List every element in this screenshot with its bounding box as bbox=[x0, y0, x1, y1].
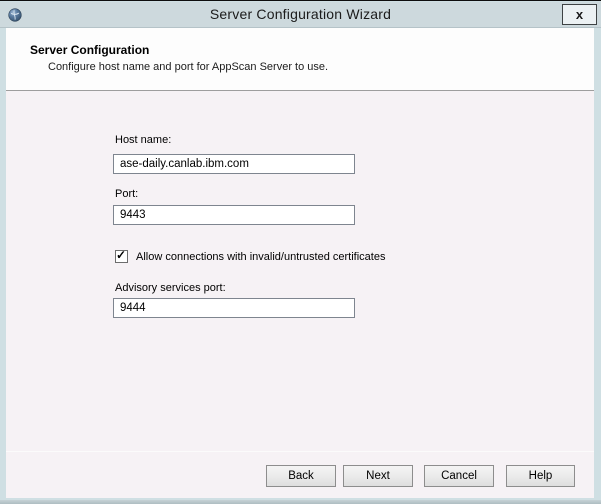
port-input[interactable] bbox=[113, 205, 355, 225]
checkmark-icon: ✓ bbox=[116, 248, 126, 262]
host-name-label: Host name: bbox=[115, 134, 171, 146]
server-configuration-wizard-window: Server Configuration Wizard x Server Con… bbox=[0, 0, 601, 504]
button-bar-separator bbox=[6, 451, 594, 452]
advisory-services-port-label: Advisory services port: bbox=[115, 282, 226, 294]
window-title: Server Configuration Wizard bbox=[0, 6, 601, 22]
close-button[interactable]: x bbox=[562, 4, 597, 25]
wizard-page: Server Configuration Configure host name… bbox=[6, 28, 594, 498]
page-subtitle: Configure host name and port for AppScan… bbox=[48, 61, 328, 73]
page-title: Server Configuration bbox=[30, 43, 149, 57]
host-name-input[interactable] bbox=[113, 154, 355, 174]
titlebar[interactable]: Server Configuration Wizard x bbox=[0, 2, 601, 28]
port-label: Port: bbox=[115, 188, 138, 200]
allow-invalid-certificates-label[interactable]: Allow connections with invalid/untrusted… bbox=[136, 251, 385, 263]
advisory-services-port-input[interactable] bbox=[113, 298, 355, 318]
page-header: Server Configuration Configure host name… bbox=[6, 28, 594, 91]
back-button[interactable]: Back bbox=[266, 465, 336, 487]
cancel-button[interactable]: Cancel bbox=[424, 465, 494, 487]
window-bottom-edge bbox=[0, 500, 601, 504]
close-icon: x bbox=[576, 7, 583, 22]
next-button[interactable]: Next bbox=[343, 465, 413, 487]
allow-invalid-certificates-row: ✓ Allow connections with invalid/untrust… bbox=[115, 249, 385, 264]
help-button[interactable]: Help bbox=[506, 465, 575, 487]
allow-invalid-certificates-checkbox[interactable]: ✓ bbox=[115, 250, 128, 263]
